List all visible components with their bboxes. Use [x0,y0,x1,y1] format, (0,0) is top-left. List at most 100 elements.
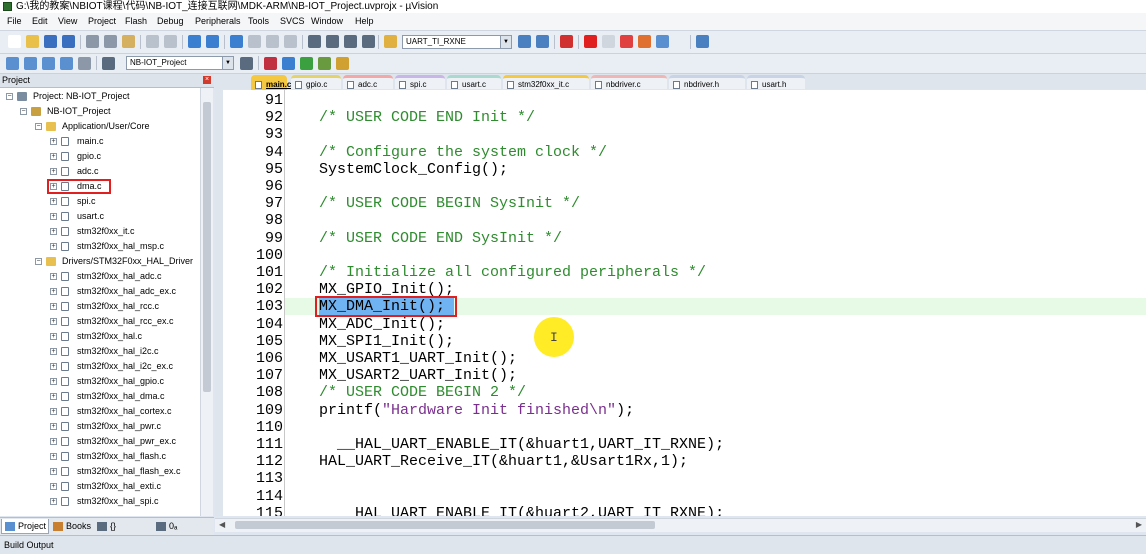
unindent-icon[interactable] [326,35,339,48]
uncomment-icon[interactable] [362,35,375,48]
build-icon[interactable] [24,57,37,70]
options-icon[interactable] [638,35,651,48]
expand-toggle-icon[interactable]: + [50,333,57,340]
find-in-files-icon[interactable] [384,35,397,48]
code-line[interactable]: __HAL_UART_ENABLE_IT(&huart2,UART_IT_RXN… [319,505,724,516]
chevron-down-icon[interactable]: ▼ [222,57,233,69]
kill-breakpoints-icon[interactable] [620,35,633,48]
menu-peripherals[interactable]: Peripherals [193,15,243,27]
stop-build-icon[interactable] [78,57,91,70]
code-line[interactable]: /* USER CODE END Init */ [319,109,535,126]
code-line[interactable]: MX_SPI1_Init(); [319,333,454,350]
scrollbar-thumb[interactable] [235,521,655,529]
code-line[interactable]: /* USER CODE END SysInit */ [319,230,562,247]
copy-icon[interactable] [104,35,117,48]
expand-toggle-icon[interactable]: − [20,108,27,115]
tree-file[interactable]: + stm32f0xx_hal.c [0,329,200,344]
tree-file[interactable]: + stm32f0xx_hal_i2c_ex.c [0,359,200,374]
manage-project-icon[interactable] [264,57,277,70]
close-icon[interactable]: × [203,76,211,84]
expand-toggle-icon[interactable]: + [50,288,57,295]
tree-file[interactable]: + usart.c [0,209,200,224]
tree-file[interactable]: + stm32f0xx_hal_flash_ex.c [0,464,200,479]
menu-window[interactable]: Window [309,15,345,27]
manage-rte-icon[interactable] [282,57,295,70]
tab-usart-c[interactable]: usart.c [447,75,501,89]
tab-templates[interactable]: 0ₐ Templates [153,519,211,546]
nav-back-icon[interactable] [188,35,201,48]
menu-view[interactable]: View [56,15,79,27]
code-line[interactable]: /* Initialize all configured peripherals… [319,264,706,281]
scrollbar-thumb[interactable] [203,102,211,392]
code-line[interactable]: printf("Hardware Init finished\n"); [319,402,634,419]
find-icon[interactable] [536,35,549,48]
tree-file[interactable]: + stm32f0xx_hal_adc_ex.c [0,284,200,299]
tree-file[interactable]: + stm32f0xx_hal_rcc_ex.c [0,314,200,329]
tree-target[interactable]: − NB-IOT_Project [0,104,200,119]
expand-toggle-icon[interactable]: + [50,168,57,175]
paste-icon[interactable] [122,35,135,48]
scroll-right-icon[interactable]: ▶ [1136,520,1142,529]
download-icon[interactable] [102,57,115,70]
new-file-icon[interactable] [8,35,21,48]
tree-file[interactable]: + stm32f0xx_hal_dma.c [0,389,200,404]
menu-tools[interactable]: Tools [246,15,271,27]
expand-toggle-icon[interactable]: + [50,303,57,310]
tab-adc-c[interactable]: adc.c [343,75,393,89]
menu-debug[interactable]: Debug [155,15,186,27]
tree-file[interactable]: + stm32f0xx_hal_pwr_ex.c [0,434,200,449]
comment-icon[interactable] [344,35,357,48]
expand-toggle-icon[interactable]: + [50,213,57,220]
tab-nbdriver-h[interactable]: nbdriver.h [669,75,745,89]
incremental-find-icon[interactable] [518,35,531,48]
expand-toggle-icon[interactable]: + [50,423,57,430]
bookmark-icon[interactable] [230,35,243,48]
tab-spi-c[interactable]: spi.c [395,75,445,89]
nav-forward-icon[interactable] [206,35,219,48]
tree-file[interactable]: + spi.c [0,194,200,209]
tab-books[interactable]: Books [50,519,92,534]
tree-file[interactable]: + stm32f0xx_hal_i2c.c [0,344,200,359]
tree-file[interactable]: + stm32f0xx_hal_exti.c [0,479,200,494]
tab-nbdriver-c[interactable]: nbdriver.c [591,75,667,89]
prev-bookmark-icon[interactable] [248,35,261,48]
tree-file[interactable]: + stm32f0xx_hal_pwr.c [0,419,200,434]
code-line[interactable]: /* USER CODE BEGIN 2 */ [319,384,526,401]
tree-scrollbar[interactable] [200,88,213,516]
window-layout-icon[interactable] [656,35,669,48]
code-line[interactable]: /* USER CODE BEGIN SysInit */ [319,195,580,212]
menu-flash[interactable]: Flash [123,15,149,27]
menu-project[interactable]: Project [86,15,118,27]
expand-toggle-icon[interactable]: + [50,273,57,280]
indent-icon[interactable] [308,35,321,48]
expand-toggle-icon[interactable]: + [50,378,57,385]
compile-icon[interactable] [6,57,19,70]
tree-file[interactable]: + stm32f0xx_hal_spi.c [0,494,200,509]
expand-toggle-icon[interactable]: + [50,198,57,205]
expand-toggle-icon[interactable]: + [50,498,57,505]
expand-toggle-icon[interactable]: + [50,483,57,490]
tree-file[interactable]: + gpio.c [0,149,200,164]
menu-edit[interactable]: Edit [30,15,50,27]
target-combo[interactable]: NB-IOT_Project ▼ [126,56,234,70]
tab-project[interactable]: Project [1,519,49,534]
clear-bookmarks-icon[interactable] [284,35,297,48]
menu-file[interactable]: File [5,15,24,27]
debug-icon[interactable] [560,35,573,48]
tree-file[interactable]: + stm32f0xx_hal_gpio.c [0,374,200,389]
pack-installer-icon[interactable] [318,57,331,70]
expand-toggle-icon[interactable]: + [50,438,57,445]
rebuild-icon[interactable] [42,57,55,70]
code-editor[interactable]: 91 92 93 94 95 96 97 98 99 100 101 102 103 104 105 106 1… [215,90,1146,516]
expand-toggle-icon[interactable]: + [50,228,57,235]
tree-group-core[interactable]: − Application/User/Core [0,119,200,134]
tree-file[interactable]: + main.c [0,134,200,149]
expand-toggle-icon[interactable]: + [50,453,57,460]
find-combo[interactable]: UART_TI_RXNE ▼ [402,35,512,49]
cut-icon[interactable] [86,35,99,48]
tab-gpio-c[interactable]: gpio.c [291,75,341,89]
save-all-icon[interactable] [62,35,75,48]
code-line[interactable]: MX_USART1_UART_Init(); [319,350,517,367]
code-line[interactable]: SystemClock_Config(); [319,161,508,178]
code-line[interactable]: MX_ADC_Init(); [319,316,445,333]
